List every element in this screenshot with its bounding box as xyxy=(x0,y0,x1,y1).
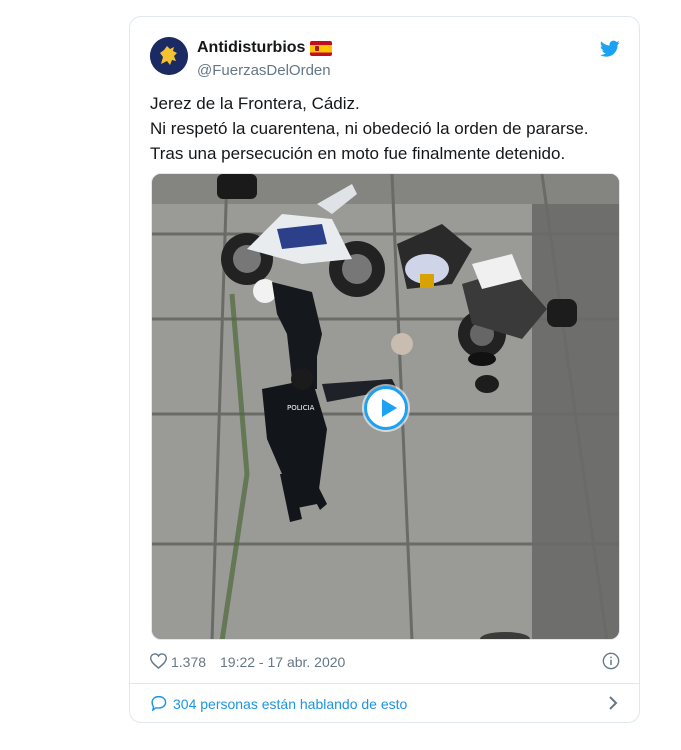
tweet-line: Tras una persecución en moto fue finalme… xyxy=(150,144,566,163)
speech-bubble-icon xyxy=(151,695,167,711)
lion-emblem-icon xyxy=(150,37,188,75)
like-count[interactable]: 1.378 xyxy=(171,654,206,670)
tweet-meta: 1.378 19:22 - 17 abr. 2020 xyxy=(150,652,620,672)
tweet-card: Antidisturbios @FuerzasDelOrden Jerez de… xyxy=(129,16,640,723)
conversation-text[interactable]: 304 personas están hablando de esto xyxy=(173,696,407,712)
tweet-line: Jerez de la Frontera, Cádiz. xyxy=(150,94,360,113)
chevron-right-icon[interactable] xyxy=(606,695,620,711)
info-icon[interactable] xyxy=(602,652,620,670)
tweet-line: Ni respetó la cuarentena, ni obedeció la… xyxy=(150,119,589,138)
spain-flag-icon xyxy=(310,40,333,56)
divider xyxy=(130,683,639,684)
svg-text:POLICIA: POLICIA xyxy=(287,404,315,412)
play-button[interactable] xyxy=(364,386,408,430)
author-info[interactable]: Antidisturbios @FuerzasDelOrden xyxy=(197,39,333,79)
twitter-bird-icon[interactable] xyxy=(600,40,620,58)
heart-icon[interactable] xyxy=(150,653,167,669)
play-icon xyxy=(382,399,397,417)
tweet-text: Jerez de la Frontera, Cádiz. Ni respetó … xyxy=(150,91,620,166)
avatar[interactable] xyxy=(150,37,188,75)
tweet-timestamp[interactable]: 19:22 - 17 abr. 2020 xyxy=(220,654,345,670)
tweet-header: Antidisturbios @FuerzasDelOrden xyxy=(150,37,620,79)
conversation-link[interactable]: 304 personas están hablando de esto xyxy=(150,693,620,715)
video-player[interactable]: POLICIA xyxy=(151,173,620,640)
user-handle[interactable]: @FuerzasDelOrden xyxy=(197,62,332,79)
display-name[interactable]: Antidisturbios xyxy=(197,39,305,57)
